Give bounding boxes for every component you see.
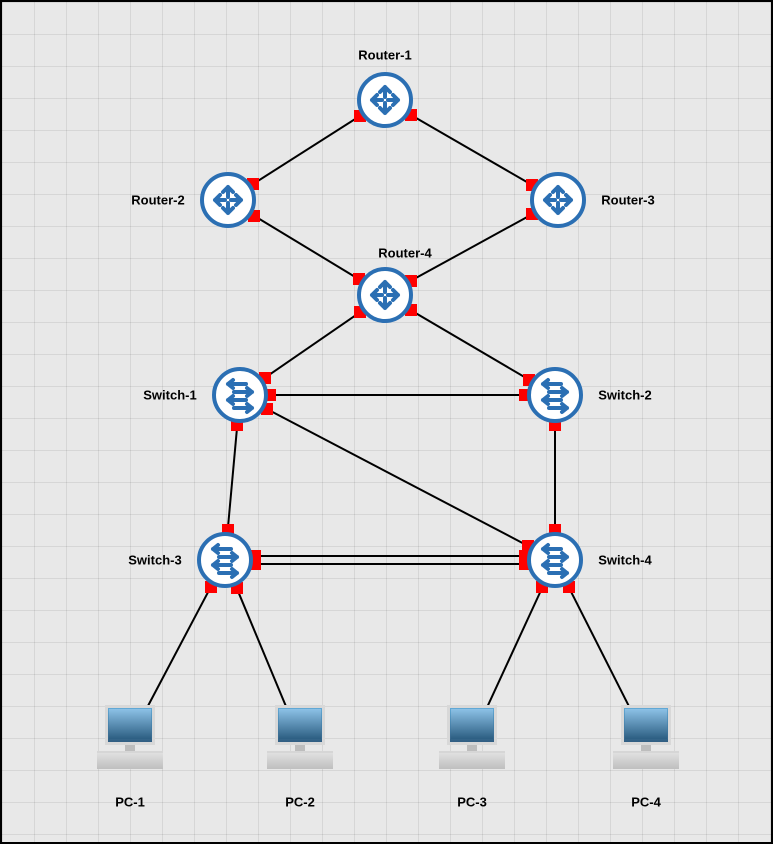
label-pc4: PC-4 [631, 795, 661, 810]
pc-icon [265, 705, 335, 775]
node-switch1[interactable] [212, 367, 268, 423]
label-switch1: Switch-1 [143, 388, 196, 403]
label-router1: Router-1 [358, 48, 411, 63]
node-pc4[interactable] [611, 705, 681, 775]
router-icon [530, 172, 586, 228]
label-pc3: PC-3 [457, 795, 487, 810]
router-icon [357, 267, 413, 323]
label-pc2: PC-2 [285, 795, 315, 810]
pc-icon [437, 705, 507, 775]
node-pc1[interactable] [95, 705, 165, 775]
label-switch3: Switch-3 [128, 553, 181, 568]
label-router2: Router-2 [131, 193, 184, 208]
node-switch3[interactable] [197, 532, 253, 588]
label-router4: Router-4 [378, 246, 431, 261]
node-switch2[interactable] [527, 367, 583, 423]
switch-icon [212, 367, 268, 423]
node-router3[interactable] [530, 172, 586, 228]
router-icon [357, 72, 413, 128]
node-pc2[interactable] [265, 705, 335, 775]
node-router2[interactable] [200, 172, 256, 228]
node-router1[interactable] [357, 72, 413, 128]
pc-icon [611, 705, 681, 775]
label-pc1: PC-1 [115, 795, 145, 810]
diagram-stage: Router-1 Router-2 Router-3 Router-4 Switch-1… [0, 0, 773, 844]
node-pc3[interactable] [437, 705, 507, 775]
node-switch4[interactable] [527, 532, 583, 588]
switch-icon [197, 532, 253, 588]
switch-icon [527, 532, 583, 588]
node-router4[interactable] [357, 267, 413, 323]
label-switch2: Switch-2 [598, 388, 651, 403]
label-router3: Router-3 [601, 193, 654, 208]
switch-icon [527, 367, 583, 423]
label-switch4: Switch-4 [598, 553, 651, 568]
pc-icon [95, 705, 165, 775]
router-icon [200, 172, 256, 228]
